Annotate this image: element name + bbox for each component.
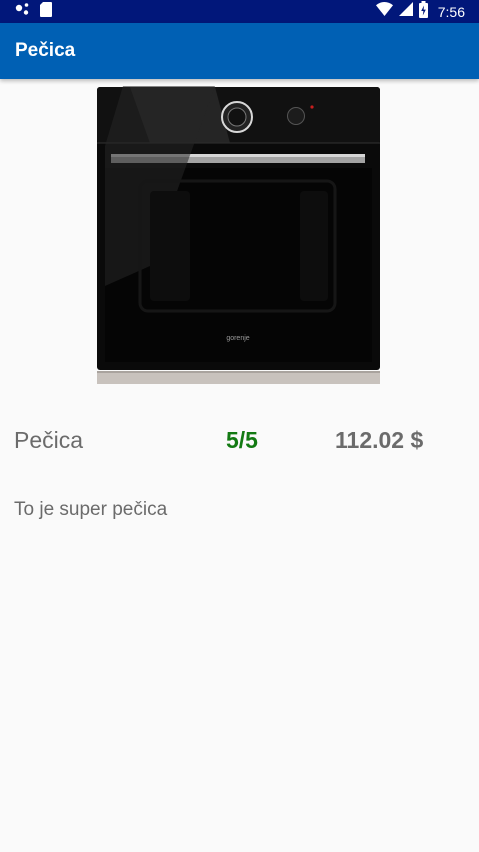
status-left-icons — [15, 1, 52, 22]
sd-card-icon — [40, 1, 52, 22]
product-image: gorenje — [95, 86, 382, 386]
app-title: Pečica — [15, 40, 76, 61]
battery-charging-icon — [418, 0, 428, 23]
signal-icon — [398, 2, 413, 21]
app-bar: Pečica — [0, 23, 479, 79]
wifi-icon — [375, 2, 393, 21]
product-price: 112.02 $ — [335, 427, 424, 453]
status-right-icons: 7:56 — [375, 0, 465, 23]
oven-brand-logo: gorenje — [226, 335, 249, 342]
status-bar: 7:56 — [0, 0, 479, 23]
product-rating: 5/5 — [226, 427, 258, 453]
assistant-dots-icon — [15, 2, 31, 21]
product-description: To je super pečica — [14, 499, 168, 520]
status-time: 7:56 — [437, 3, 465, 20]
product-name: Pečica — [14, 427, 84, 453]
